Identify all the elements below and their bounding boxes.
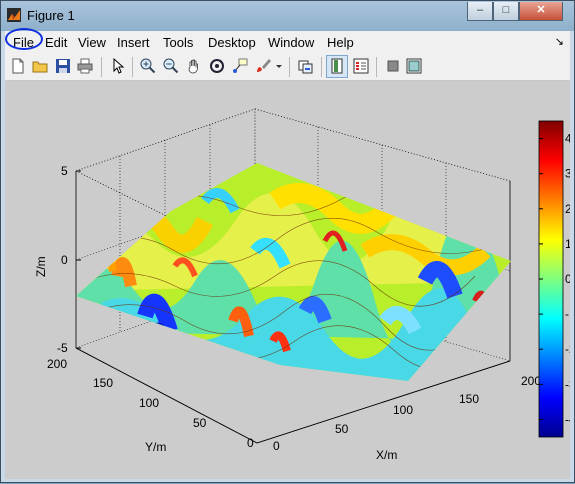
z-tick-label: 5 bbox=[61, 164, 68, 178]
plot-svg: 5 0 -5 Z/m 200 150 100 50 0 Y/m 0 50 100… bbox=[34, 108, 575, 462]
figure-toolbar bbox=[5, 53, 570, 81]
menu-desktop[interactable]: Desktop bbox=[208, 35, 256, 50]
colorbar-tick-label: 0 bbox=[565, 272, 570, 286]
matlab-logo-icon bbox=[7, 8, 21, 22]
colorbar-tick-label: -1 bbox=[565, 307, 570, 321]
brush-dropdown-icon[interactable] bbox=[275, 58, 283, 74]
save-icon[interactable] bbox=[55, 58, 71, 74]
window-title: Figure 1 bbox=[27, 8, 75, 23]
y-tick-label: 50 bbox=[193, 416, 207, 430]
hide-plot-tools-icon[interactable] bbox=[385, 58, 401, 74]
colorbar[interactable]: 4 3 2 1 0 -1 -2 -3 -4 bbox=[538, 120, 575, 438]
x-axis: 0 50 100 150 200 X/m bbox=[273, 374, 541, 462]
x-tick-label: 150 bbox=[459, 392, 479, 406]
edit-plot-arrow-icon[interactable] bbox=[110, 58, 126, 74]
show-plot-tools-icon[interactable] bbox=[406, 58, 422, 74]
x-tick-label: 0 bbox=[273, 439, 280, 453]
figure-canvas: 5 0 -5 Z/m 200 150 100 50 0 Y/m 0 50 100… bbox=[5, 81, 575, 479]
y-tick-label: 150 bbox=[93, 376, 113, 390]
zoom-out-icon[interactable] bbox=[163, 58, 179, 74]
insert-legend-icon[interactable] bbox=[353, 58, 369, 74]
colorbar-tick-label: -3 bbox=[565, 377, 570, 391]
figure-window: Figure 1 – □ ✕ File Edit View Insert Too… bbox=[0, 0, 575, 483]
open-file-icon[interactable] bbox=[32, 58, 48, 74]
colorbar-tick-label: 4 bbox=[565, 132, 570, 146]
x-tick-label: 100 bbox=[393, 403, 413, 417]
new-figure-icon[interactable] bbox=[10, 58, 26, 74]
colorbar-tick-label: 2 bbox=[565, 202, 570, 216]
menu-bar: File Edit View Insert Tools Desktop Wind… bbox=[5, 28, 570, 53]
rotate-3d-icon[interactable] bbox=[209, 58, 225, 74]
data-cursor-icon[interactable] bbox=[232, 58, 248, 74]
z-axis-label: Z/m bbox=[34, 256, 48, 277]
menu-help[interactable]: Help bbox=[327, 35, 354, 50]
pan-hand-icon[interactable] bbox=[186, 58, 202, 74]
colorbar-tick-label: -2 bbox=[565, 342, 570, 356]
z-tick-label: 0 bbox=[61, 253, 68, 267]
menu-insert[interactable]: Insert bbox=[117, 35, 150, 50]
z-axis: 5 0 -5 Z/m bbox=[34, 164, 81, 355]
colorbar-tick-label: 1 bbox=[565, 237, 570, 251]
close-button[interactable]: ✕ bbox=[519, 2, 563, 21]
y-tick-label: 200 bbox=[47, 357, 67, 371]
maximize-button[interactable]: □ bbox=[493, 2, 519, 21]
menu-tools[interactable]: Tools bbox=[163, 35, 193, 50]
y-tick-label: 0 bbox=[247, 436, 254, 450]
file-annotation-circle bbox=[5, 28, 43, 50]
z-tick-label: -5 bbox=[57, 341, 68, 355]
zoom-in-icon[interactable] bbox=[140, 58, 156, 74]
x-axis-label: X/m bbox=[376, 448, 397, 462]
y-axis-label: Y/m bbox=[145, 440, 166, 454]
colorbar-tick-label: -4 bbox=[565, 412, 570, 426]
x-tick-label: 50 bbox=[335, 422, 349, 436]
link-plot-icon[interactable] bbox=[298, 58, 314, 74]
y-axis: 200 150 100 50 0 Y/m bbox=[47, 357, 254, 454]
brush-icon[interactable] bbox=[255, 58, 271, 74]
y-tick-label: 100 bbox=[139, 396, 159, 410]
print-icon[interactable] bbox=[77, 58, 93, 74]
menu-edit[interactable]: Edit bbox=[45, 35, 67, 50]
colorbar-tick-label: 3 bbox=[565, 167, 570, 181]
surface-plot bbox=[76, 163, 511, 381]
insert-colorbar-icon[interactable] bbox=[329, 58, 345, 74]
title-bar[interactable]: Figure 1 – □ ✕ bbox=[1, 1, 574, 31]
dock-arrow-icon[interactable]: ↘ bbox=[555, 35, 564, 48]
x-tick-label: 200 bbox=[521, 374, 541, 388]
menu-window[interactable]: Window bbox=[268, 35, 314, 50]
menu-view[interactable]: View bbox=[78, 35, 106, 50]
minimize-button[interactable]: – bbox=[467, 2, 493, 21]
